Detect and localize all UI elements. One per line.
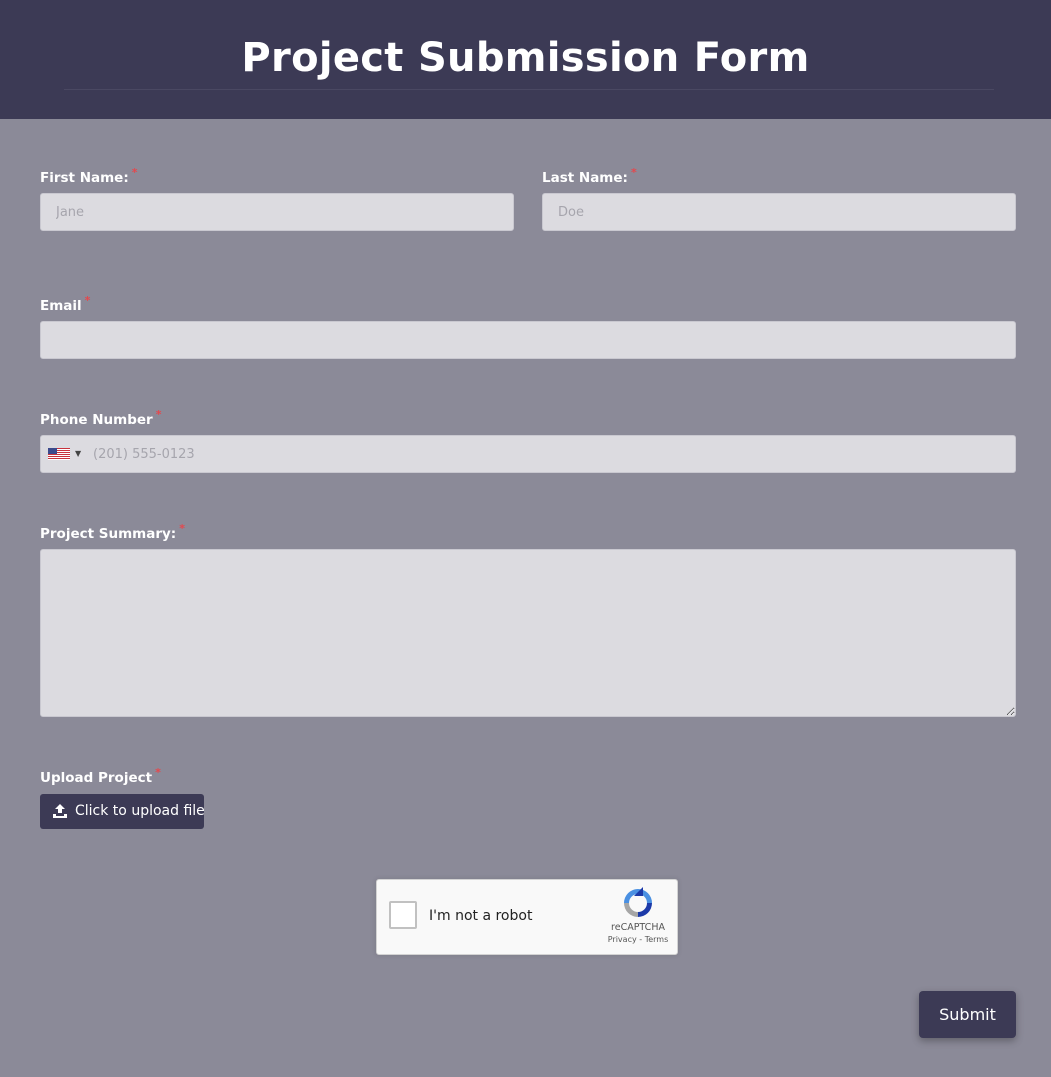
upload-label-text: Upload Project: [40, 770, 153, 786]
first-name-label: First Name: *: [40, 166, 138, 188]
email-label-text: Email: [40, 298, 82, 314]
last-name-label-text: Last Name:: [542, 170, 628, 186]
recaptcha-logo-icon: [624, 887, 652, 917]
terms-link[interactable]: Terms: [645, 935, 669, 944]
summary-label-text: Project Summary:: [40, 526, 177, 542]
upload-button-label: Click to upload file: [75, 803, 205, 819]
required-mark: *: [84, 294, 91, 307]
required-mark: *: [179, 522, 185, 535]
phone-input[interactable]: [40, 435, 1016, 473]
email-field[interactable]: [40, 321, 1016, 359]
recaptcha-widget: I'm not a robot reCAPTCHA Privacy - Term…: [376, 879, 678, 955]
upload-file-button[interactable]: Click to upload file: [40, 794, 205, 829]
page-title: Project Submission Form: [241, 35, 810, 81]
required-mark: *: [155, 408, 162, 421]
phone-label: Phone Number *: [40, 408, 162, 430]
form-header: Project Submission Form: [0, 0, 1051, 119]
required-mark: *: [155, 766, 161, 779]
required-mark: *: [630, 166, 637, 179]
summary-label: Project Summary: *: [40, 522, 185, 544]
first-name-label-text: First Name:: [40, 170, 129, 186]
submit-button[interactable]: Submit: [919, 991, 1016, 1038]
email-label: Email *: [40, 294, 91, 316]
upload-label: Upload Project *: [40, 766, 161, 788]
project-summary-textarea[interactable]: [40, 549, 1016, 717]
privacy-link[interactable]: Privacy: [608, 935, 637, 944]
upload-icon: [53, 804, 67, 818]
last-name-input[interactable]: [542, 193, 1016, 231]
required-mark: *: [131, 166, 138, 179]
last-name-label: Last Name: *: [542, 166, 637, 188]
recaptcha-checkbox[interactable]: [389, 901, 417, 929]
phone-label-text: Phone Number: [40, 412, 153, 428]
country-dropdown-icon[interactable]: ▼: [75, 449, 81, 459]
recaptcha-brand: reCAPTCHA: [611, 922, 665, 933]
recaptcha-label: I'm not a robot: [429, 908, 533, 924]
header-divider: [64, 89, 994, 90]
first-name-input[interactable]: [40, 193, 514, 231]
recaptcha-links: Privacy - Terms: [603, 935, 673, 945]
links-separator: -: [636, 935, 645, 944]
us-flag-icon[interactable]: [48, 448, 70, 460]
